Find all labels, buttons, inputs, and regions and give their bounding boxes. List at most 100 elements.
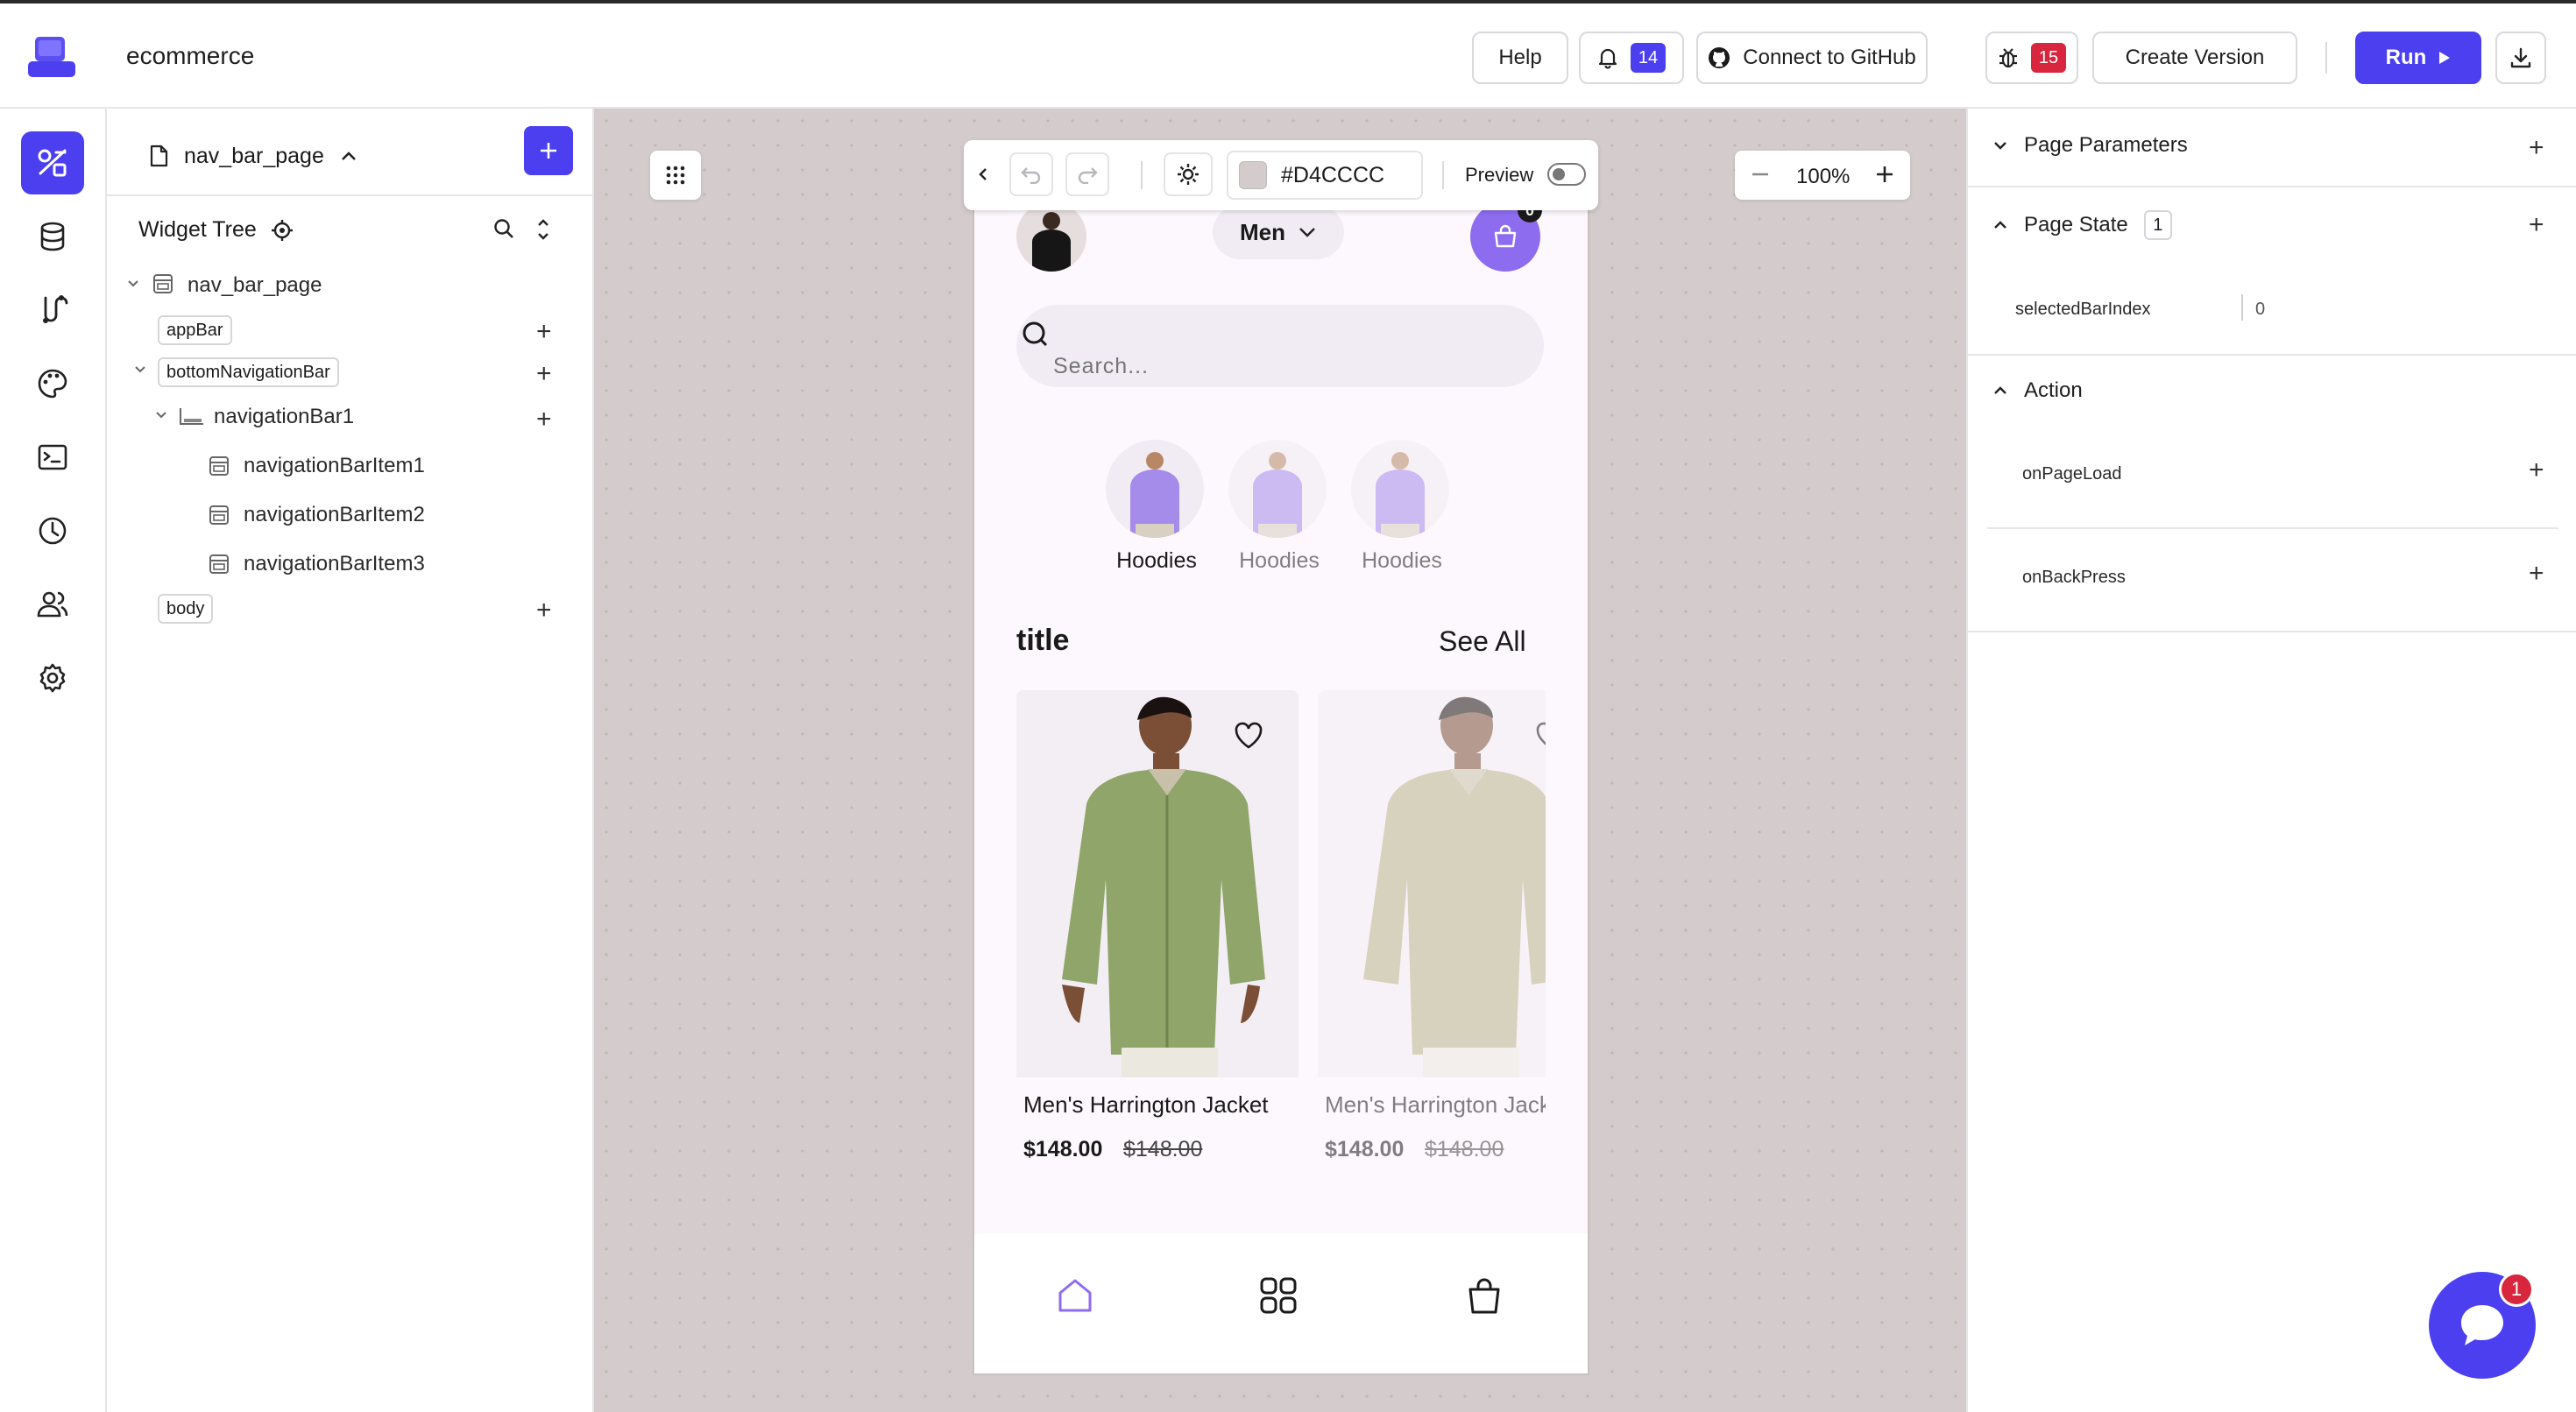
page-state-title: Page State bbox=[2024, 213, 2128, 237]
api-flow-icon[interactable] bbox=[21, 279, 84, 342]
tree-node-navigation-bar[interactable]: navigationBar1 bbox=[214, 405, 354, 429]
add-appbar-child-icon[interactable]: + bbox=[536, 319, 552, 345]
tree-node-nav-item-2[interactable]: navigationBarItem2 bbox=[244, 503, 425, 527]
add-on-page-load-action-icon[interactable]: + bbox=[2529, 457, 2544, 484]
undo-button[interactable] bbox=[1009, 152, 1053, 196]
add-page-parameter-icon[interactable]: + bbox=[2529, 135, 2544, 161]
bugs-button[interactable]: 15 bbox=[1985, 32, 2078, 84]
tree-chip-bottom-navigation-bar[interactable]: bottomNavigationBar bbox=[158, 357, 339, 387]
action-on-page-load[interactable]: onPageLoad bbox=[2022, 464, 2121, 484]
chevron-down-icon[interactable] bbox=[133, 364, 147, 375]
search-bar[interactable] bbox=[1016, 305, 1544, 387]
tree-chip-appbar[interactable]: appBar bbox=[158, 315, 232, 345]
redo-button[interactable] bbox=[1065, 152, 1109, 196]
tree-node-root[interactable]: nav_bar_page bbox=[188, 273, 322, 298]
tree-node-nav-item-3[interactable]: navigationBarItem3 bbox=[244, 552, 425, 576]
category-label: Hoodies bbox=[1239, 548, 1320, 573]
panel-divider bbox=[107, 194, 594, 196]
theme-toggle-button[interactable] bbox=[1164, 152, 1213, 196]
collapse-toolbar-button[interactable] bbox=[978, 166, 988, 182]
state-variable-value[interactable]: 0 bbox=[2255, 300, 2265, 320]
chevron-down-icon[interactable] bbox=[154, 410, 168, 420]
product-card[interactable]: Men's Harrington Jacket $148.00 $148.00 bbox=[1016, 690, 1299, 1181]
palette-icon[interactable] bbox=[21, 352, 84, 415]
category-dropdown[interactable]: Men bbox=[1213, 205, 1344, 259]
add-page-button[interactable] bbox=[524, 126, 573, 175]
undo-icon bbox=[1021, 167, 1041, 184]
add-page-state-icon[interactable]: + bbox=[2529, 212, 2544, 238]
history-icon[interactable] bbox=[21, 499, 84, 562]
create-version-button[interactable]: Create Version bbox=[2092, 32, 2297, 84]
zoom-in-button[interactable] bbox=[1873, 163, 1896, 186]
category-item[interactable]: Hoodies bbox=[1218, 440, 1341, 580]
page-state-header[interactable]: Page State 1 bbox=[1992, 210, 2172, 240]
team-icon[interactable] bbox=[21, 573, 84, 636]
run-button-label: Run bbox=[2385, 46, 2427, 69]
grid-dots-icon bbox=[666, 166, 685, 185]
sun-icon bbox=[1178, 164, 1199, 185]
navigation-bar-icon bbox=[179, 406, 205, 426]
phone-preview[interactable]: Men 0 Hoodies Hoodies Hoodies title See … bbox=[973, 175, 1589, 1375]
nav-home-button[interactable] bbox=[1055, 1275, 1095, 1316]
project-name[interactable]: ecommerce bbox=[126, 42, 254, 70]
action-on-back-press[interactable]: onBackPress bbox=[2022, 568, 2126, 588]
page-parameters-title: Page Parameters bbox=[2024, 133, 2188, 157]
plus-icon bbox=[1877, 166, 1893, 182]
product-name: Men's Harrington Jacket bbox=[1325, 1091, 1546, 1118]
terminal-icon[interactable] bbox=[21, 426, 84, 489]
product-card-clip: Men's Harrington Jacket $148.00 $148.00 bbox=[1318, 690, 1546, 1181]
left-rail bbox=[0, 109, 107, 1412]
locate-target-icon[interactable] bbox=[271, 219, 294, 242]
create-version-label: Create Version bbox=[2125, 46, 2265, 69]
chevron-down-icon bbox=[1994, 142, 2006, 150]
category-item[interactable]: Hoodies bbox=[1341, 440, 1463, 580]
category-image bbox=[1351, 440, 1449, 538]
notifications-button[interactable]: 14 bbox=[1579, 32, 1684, 84]
tree-node-nav-item-1[interactable]: navigationBarItem1 bbox=[244, 454, 425, 478]
zoom-out-button[interactable] bbox=[1749, 163, 1772, 186]
chat-unread-badge: 1 bbox=[2499, 1272, 2534, 1307]
grid-icon bbox=[1260, 1277, 1297, 1314]
page-state-count-badge: 1 bbox=[2143, 210, 2172, 240]
widget-palette-button[interactable] bbox=[650, 151, 701, 200]
download-button[interactable] bbox=[2495, 32, 2546, 84]
category-label: Hoodies bbox=[1116, 548, 1197, 573]
chevron-down-icon[interactable] bbox=[126, 279, 140, 289]
settings-gear-icon[interactable] bbox=[21, 646, 84, 710]
add-on-back-press-action-icon[interactable]: + bbox=[2529, 561, 2544, 587]
database-icon[interactable] bbox=[21, 205, 84, 268]
add-nav-bar-child-icon[interactable]: + bbox=[536, 406, 552, 433]
page-parameters-header[interactable]: Page Parameters bbox=[1992, 133, 2188, 158]
profile-avatar[interactable] bbox=[1016, 201, 1086, 272]
tree-search-icon[interactable] bbox=[492, 217, 515, 240]
tree-chip-body[interactable]: body bbox=[158, 594, 214, 624]
page-name: nav_bar_page bbox=[184, 143, 324, 168]
action-header[interactable]: Action bbox=[1992, 378, 2083, 403]
state-variable-name[interactable]: selectedBarIndex bbox=[2015, 300, 2151, 320]
page-selector[interactable]: nav_bar_page bbox=[149, 133, 412, 179]
connect-github-button[interactable]: Connect to GitHub bbox=[1696, 32, 1928, 84]
category-item[interactable]: Hoodies bbox=[1095, 440, 1218, 580]
favorite-button[interactable] bbox=[1234, 722, 1263, 750]
product-price: $148.00 bbox=[1023, 1137, 1103, 1161]
widget-tree-icon[interactable] bbox=[21, 131, 84, 194]
help-button[interactable]: Help bbox=[1472, 32, 1568, 84]
add-body-child-icon[interactable]: + bbox=[536, 597, 552, 624]
canvas-color-picker[interactable]: #D4CCCC bbox=[1227, 151, 1423, 200]
favorite-button[interactable] bbox=[1535, 722, 1546, 750]
nav-bag-button[interactable] bbox=[1465, 1275, 1504, 1316]
widget-tree-title: Widget Tree bbox=[138, 217, 257, 242]
see-all-link[interactable]: See All bbox=[1439, 625, 1526, 658]
expand-collapse-icon[interactable] bbox=[536, 217, 550, 242]
app-logo-icon[interactable] bbox=[26, 35, 77, 81]
add-bottom-nav-child-icon[interactable]: + bbox=[536, 361, 552, 387]
nav-grid-button[interactable] bbox=[1258, 1275, 1299, 1316]
notifications-count-badge: 14 bbox=[1631, 43, 1666, 73]
category-image bbox=[1228, 440, 1327, 538]
preview-toggle[interactable] bbox=[1547, 163, 1586, 186]
zoom-value[interactable]: 100% bbox=[1796, 165, 1850, 189]
search-input[interactable] bbox=[1053, 352, 1474, 380]
nav-item-widget-icon bbox=[209, 455, 230, 477]
product-card[interactable]: Men's Harrington Jacket $148.00 $148.00 bbox=[1318, 690, 1546, 1181]
run-button[interactable]: Run bbox=[2355, 32, 2481, 84]
